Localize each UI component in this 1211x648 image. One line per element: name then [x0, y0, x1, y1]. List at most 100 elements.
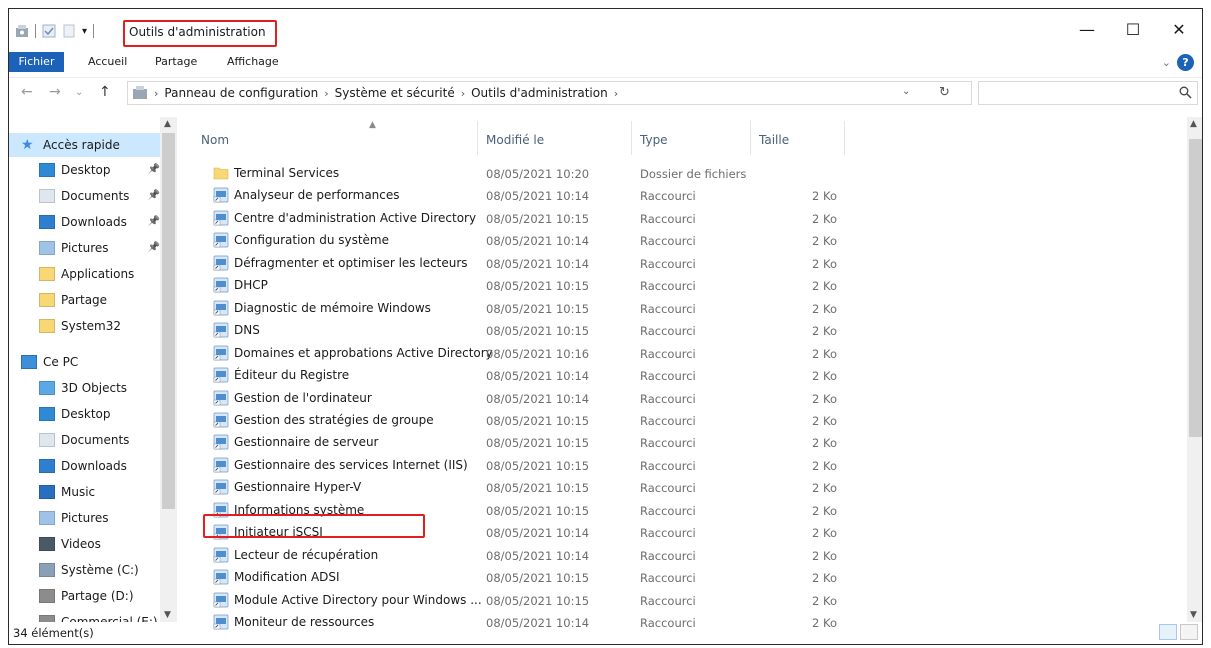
up-arrow-icon[interactable]: ↑: [99, 84, 111, 100]
file-row-gestionnaire-de-serveur[interactable]: Gestionnaire de serveur 08/05/2021 10:15 R…: [177, 431, 857, 453]
scroll-up-icon[interactable]: ▲: [164, 119, 171, 129]
file-row-lecteur-de-recuperation[interactable]: Lecteur de récupération 08/05/2021 10:14 R…: [177, 544, 857, 566]
column-size[interactable]: Taille: [759, 133, 789, 147]
sort-ascending-icon: ▲: [369, 120, 376, 130]
documents-icon: [39, 189, 55, 203]
file-list-scroll-thumb[interactable]: [1189, 139, 1202, 437]
file-row-initiateur-iscsi[interactable]: Initiateur iSCSI 08/05/2021 10:14 Raccourc…: [177, 521, 857, 543]
file-row-configuration-du-systeme[interactable]: Configuration du système 08/05/2021 10:14…: [177, 229, 857, 251]
file-row-informations-systeme[interactable]: Informations système 08/05/2021 10:15 Racc…: [177, 499, 857, 521]
close-button[interactable]: ✕: [1156, 9, 1202, 49]
nav-item-videos[interactable]: Videos: [9, 531, 174, 557]
nav-label: Système (C:): [61, 563, 139, 577]
breadcrumb-admin-tools[interactable]: Outils d'administration: [471, 86, 608, 100]
file-modified: 08/05/2021 10:16: [486, 346, 590, 361]
column-divider[interactable]: [844, 121, 845, 155]
file-row-analyseur-de-performances[interactable]: Analyseur de performances 08/05/2021 10:1…: [177, 184, 857, 206]
pin-icon[interactable]: 📌: [148, 164, 160, 175]
nav-item-desktop[interactable]: Desktop: [9, 401, 174, 427]
sysinfo-icon: [213, 502, 229, 518]
file-modified: 08/05/2021 10:14: [486, 234, 590, 249]
nav-item-partage-d[interactable]: Partage (D:): [9, 583, 174, 609]
breadcrumb-control-panel[interactable]: Panneau de configuration: [164, 86, 318, 100]
nav-item-music[interactable]: Music: [9, 479, 174, 505]
nav-quick-access[interactable]: ★ Accès rapide: [9, 133, 174, 157]
pin-icon[interactable]: 📌: [148, 216, 160, 227]
details-view-icon[interactable]: [1159, 624, 1177, 640]
nav-item-3d-objects[interactable]: 3D Objects: [9, 375, 174, 401]
file-row-gestion-de-l-ordinateur[interactable]: Gestion de l'ordinateur 08/05/2021 10:14 R…: [177, 387, 857, 409]
file-row-diagnostic-de-memoire-windows[interactable]: Diagnostic de mémoire Windows 08/05/2021 …: [177, 297, 857, 319]
file-row-modification-adsi[interactable]: Modification ADSI 08/05/2021 10:15 Raccour…: [177, 566, 857, 588]
address-dropdown-icon[interactable]: ⌄: [902, 86, 910, 97]
nav-item-desktop[interactable]: Desktop 📌: [9, 157, 174, 183]
search-icon: [1179, 86, 1192, 99]
file-name-cell: Configuration du système: [213, 232, 389, 248]
file-row-gestionnaire-des-services-internet-iis[interactable]: Gestionnaire des services Internet (IIS)…: [177, 454, 857, 476]
pin-icon[interactable]: 📌: [148, 242, 160, 253]
file-name-cell: Initiateur iSCSI: [213, 524, 323, 540]
file-name: Modification ADSI: [234, 570, 340, 585]
tab-view[interactable]: Affichage: [227, 52, 279, 72]
file-row-centre-d-administration-active-directory[interactable]: Centre d'administration Active Directory…: [177, 207, 857, 229]
nav-label: Music: [61, 485, 96, 499]
nav-item-documents[interactable]: Documents 📌: [9, 183, 174, 209]
new-folder-icon[interactable]: [62, 24, 76, 38]
file-modified: 08/05/2021 10:14: [486, 526, 590, 541]
file-row-dns[interactable]: DNS 08/05/2021 10:15 Raccourci 2 Ko: [177, 319, 857, 341]
nav-item-applications[interactable]: Applications: [9, 261, 174, 287]
scroll-up-icon[interactable]: ▲: [1190, 119, 1197, 129]
scroll-down-icon[interactable]: ▼: [164, 610, 171, 620]
column-type[interactable]: Type: [640, 133, 668, 147]
file-row-defragmenter-et-optimiser-les-lecteurs[interactable]: Défragmenter et optimiser les lecteurs 08…: [177, 252, 857, 274]
search-input[interactable]: [978, 81, 1198, 105]
recent-locations-icon[interactable]: ⌄: [75, 87, 83, 98]
file-row-gestionnaire-hyper-v[interactable]: Gestionnaire Hyper-V 08/05/2021 10:15 Racc…: [177, 476, 857, 498]
column-divider[interactable]: [631, 121, 632, 155]
tab-file[interactable]: Fichier: [9, 52, 64, 72]
nav-item-documents[interactable]: Documents: [9, 427, 174, 453]
nav-this-pc[interactable]: Ce PC: [9, 349, 174, 375]
column-divider[interactable]: [477, 121, 478, 155]
forward-arrow-icon[interactable]: →: [49, 84, 61, 100]
refresh-icon[interactable]: ↻: [939, 85, 950, 100]
file-row-terminal-services[interactable]: Terminal Services 08/05/2021 10:20 Dossier…: [177, 162, 857, 184]
customize-toolbar-icon[interactable]: ▾: [82, 26, 87, 37]
tab-share[interactable]: Partage: [155, 52, 197, 72]
back-arrow-icon[interactable]: ←: [21, 84, 33, 100]
address-bar[interactable]: › Panneau de configuration › Système et …: [127, 81, 972, 105]
admin-tools-icon[interactable]: [15, 24, 29, 38]
file-row-editeur-du-registre[interactable]: Éditeur du Registre 08/05/2021 10:14 Racco…: [177, 364, 857, 386]
nav-item-system32[interactable]: System32: [9, 313, 174, 339]
tab-home[interactable]: Accueil: [88, 52, 127, 72]
file-name-cell: Gestion de l'ordinateur: [213, 390, 372, 406]
nav-item-systeme-c[interactable]: Système (C:): [9, 557, 174, 583]
maximize-button[interactable]: ☐: [1110, 9, 1156, 49]
nav-item-downloads[interactable]: Downloads 📌: [9, 209, 174, 235]
column-name[interactable]: Nom: [201, 133, 229, 147]
nav-item-partage[interactable]: Partage: [9, 287, 174, 313]
column-modified[interactable]: Modifié le: [486, 133, 544, 147]
column-divider[interactable]: [750, 121, 751, 155]
file-list-scrollbar[interactable]: ▲ ▼: [1187, 117, 1202, 622]
pin-icon[interactable]: 📌: [148, 190, 160, 201]
file-row-gestion-des-strategies-de-groupe[interactable]: Gestion des stratégies de groupe 08/05/20…: [177, 409, 857, 431]
quick-access-toolbar: ▾: [15, 21, 95, 41]
nav-item-pictures[interactable]: Pictures: [9, 505, 174, 531]
nav-item-pictures[interactable]: Pictures 📌: [9, 235, 174, 261]
file-row-module-active-directory-pour-windows[interactable]: Module Active Directory pour Windows ...…: [177, 589, 857, 611]
nav-scroll-thumb[interactable]: [162, 133, 175, 509]
applications-icon: [39, 267, 55, 281]
nav-scrollbar[interactable]: ▲ ▼: [160, 117, 177, 622]
help-button[interactable]: ?: [1177, 54, 1194, 71]
nav-item-downloads[interactable]: Downloads: [9, 453, 174, 479]
expand-ribbon-icon[interactable]: ⌄: [1162, 56, 1171, 69]
nav-label: Downloads: [61, 459, 127, 473]
properties-icon[interactable]: [42, 24, 56, 38]
large-icons-view-icon[interactable]: [1180, 624, 1198, 640]
minimize-button[interactable]: —: [1064, 9, 1110, 49]
file-row-dhcp[interactable]: DHCP 08/05/2021 10:15 Raccourci 2 Ko: [177, 274, 857, 296]
scroll-down-icon[interactable]: ▼: [1190, 610, 1197, 620]
file-row-domaines-et-approbations-active-directory[interactable]: Domaines et approbations Active Director…: [177, 342, 857, 364]
breadcrumb-system-security[interactable]: Système et sécurité: [335, 86, 455, 100]
